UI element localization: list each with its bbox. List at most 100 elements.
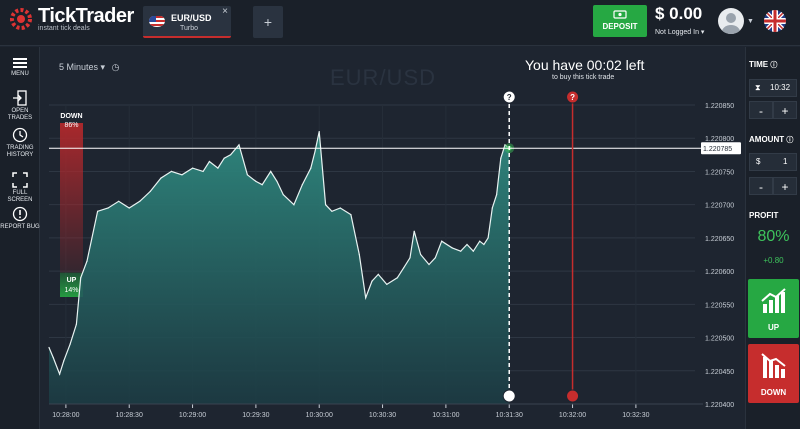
price-point: [377, 273, 379, 275]
profit-amount: +0.80: [763, 256, 784, 265]
price-point: [472, 250, 474, 252]
question-icon-glyph: ?: [507, 93, 512, 102]
price-point: [420, 253, 422, 256]
price-point: [466, 243, 468, 246]
trend-up-icon: [761, 288, 786, 313]
price-point: [451, 247, 453, 249]
nav-open-trades[interactable]: OPEN TRADES: [0, 90, 40, 122]
price-point: [270, 170, 272, 172]
chevron-down-icon[interactable]: ▼: [747, 18, 754, 25]
time-label: TIME ⓘ: [749, 60, 777, 70]
price-point: [301, 184, 303, 186]
price-point: [238, 144, 240, 146]
price-area: [49, 131, 510, 404]
price-point: [310, 167, 312, 169]
nav-full-screen[interactable]: FULL SCREEN: [0, 172, 40, 204]
finish-flag-icon: [566, 389, 580, 403]
x-tick-label: 10:28:00: [52, 412, 79, 419]
sentiment-down-bar: [60, 123, 83, 273]
up-button-label: UP: [767, 323, 780, 332]
price-point: [208, 160, 210, 163]
price-point: [371, 280, 373, 282]
trade-panel: TIME ⓘ ⧗ 10:32 - + AMOUNT ⓘ $ 1 - + PROF…: [745, 47, 800, 429]
price-point: [246, 174, 248, 176]
y-tick-label: 1.220600: [705, 269, 734, 276]
top-bar: TickTrader instant tick deals EUR/USD Tu…: [0, 0, 800, 46]
asset-tab-eurusd[interactable]: EUR/USD Turbo ×: [143, 6, 231, 38]
price-point: [181, 174, 183, 176]
price-chart[interactable]: DOWN 86% UP 14% 1.220785 ?? 1.220850 1.22080…: [41, 47, 744, 429]
add-tab-button[interactable]: +: [253, 6, 283, 38]
price-point: [331, 210, 333, 212]
nav-report-bug[interactable]: REPORT BUG: [0, 206, 40, 231]
amount-stepper: - +: [749, 177, 797, 195]
ticktrader-logo-icon: [10, 8, 32, 30]
logo[interactable]: TickTrader instant tick deals: [8, 6, 134, 32]
price-point: [276, 180, 278, 182]
down-button[interactable]: DOWN: [748, 344, 799, 403]
close-tab-icon[interactable]: ×: [222, 6, 228, 17]
time-decrease-button[interactable]: -: [749, 101, 773, 119]
help-icon: ⓘ: [770, 62, 778, 69]
y-tick-label: 1.220550: [705, 302, 734, 309]
price-point: [170, 170, 172, 172]
y-tick-label: 1.220650: [705, 236, 734, 243]
nav-menu-label: MENU: [11, 71, 29, 77]
left-nav: MENU OPEN TRADES TRADING HISTORY FULL SC…: [0, 47, 40, 429]
account-balance: $ 0.00: [655, 4, 703, 23]
amount-label: AMOUNT ⓘ: [749, 135, 793, 145]
amount-field[interactable]: $ 1: [749, 153, 797, 171]
price-point: [365, 297, 367, 299]
chart-area[interactable]: 5 Minutes ▾ ◷ EUR/USD You have 00:02 lef…: [41, 47, 744, 429]
x-tick-label: 10:30:30: [369, 412, 396, 419]
price-point: [396, 277, 398, 279]
x-tick-label: 10:30:00: [306, 412, 333, 419]
nav-trading-history[interactable]: TRADING HISTORY: [0, 127, 40, 159]
fullscreen-icon: [12, 172, 28, 188]
up-button[interactable]: UP: [748, 279, 799, 338]
price-point: [75, 323, 77, 325]
price-point: [325, 204, 327, 206]
sentiment-up-pct: 14%: [64, 287, 78, 294]
help-icon: ⓘ: [786, 137, 794, 144]
nav-report-bug-label: REPORT BUG: [0, 224, 40, 230]
price-point: [118, 200, 120, 202]
hourglass-icon: [502, 389, 516, 403]
time-label-text: TIME: [749, 60, 769, 69]
price-point: [149, 190, 151, 192]
avatar[interactable]: [718, 8, 744, 34]
logo-name: TickTrader: [38, 5, 134, 27]
price-point: [223, 157, 225, 159]
asset-tab-symbol: EUR/USD: [171, 13, 212, 23]
price-point: [97, 210, 99, 212]
price-point: [413, 230, 415, 232]
down-button-label: DOWN: [760, 388, 787, 397]
amount-increase-button[interactable]: +: [773, 177, 797, 195]
price-point: [107, 207, 109, 209]
amount-decrease-button[interactable]: -: [749, 177, 773, 195]
price-point: [59, 373, 61, 375]
nav-trading-history-label: TRADING HISTORY: [6, 145, 34, 158]
history-icon: [12, 127, 28, 143]
question-icon-glyph: ?: [570, 93, 575, 102]
price-point: [386, 283, 388, 285]
price-point: [261, 184, 263, 186]
amount-label-text: AMOUNT: [749, 135, 785, 144]
price-point: [139, 200, 141, 202]
nav-menu[interactable]: MENU: [0, 57, 40, 78]
price-point: [358, 253, 360, 256]
login-status-dropdown[interactable]: Not Logged In ▾: [655, 28, 704, 36]
x-tick-label: 10:29:30: [242, 412, 269, 419]
price-point: [487, 237, 489, 239]
uk-flag-icon[interactable]: [764, 10, 786, 32]
price-point: [52, 356, 54, 359]
x-tick-label: 10:31:00: [432, 412, 459, 419]
price-point: [80, 277, 82, 279]
deposit-button[interactable]: DEPOSIT: [593, 5, 647, 37]
price-point: [69, 343, 71, 345]
price-point: [403, 267, 405, 269]
expiry-time-field[interactable]: ⧗ 10:32: [749, 79, 797, 97]
price-point: [483, 243, 485, 246]
price-point: [255, 180, 257, 182]
time-increase-button[interactable]: +: [773, 101, 797, 119]
